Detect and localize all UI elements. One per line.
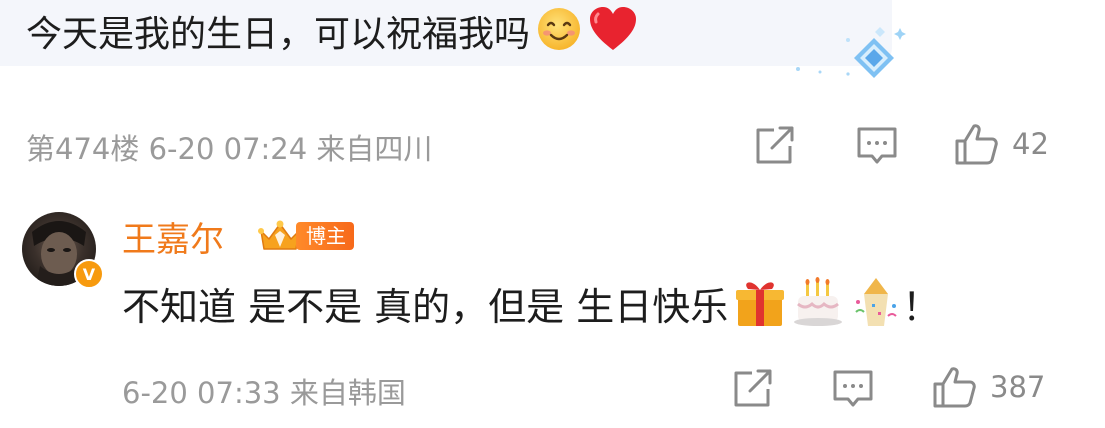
username[interactable]: 王嘉尔 <box>122 212 224 261</box>
parent-comment-text-row: 今天是我的生日，可以祝福我吗 <box>26 6 638 66</box>
comment-icon <box>857 127 897 164</box>
gift-emoji <box>734 276 786 343</box>
share-button[interactable] <box>754 126 796 166</box>
floor-number: 第474楼 <box>26 132 140 166</box>
parent-meta-row: 第474楼 6-20 07:24 来自四川 <box>26 126 432 168</box>
reply-time: 07:33 <box>197 376 281 410</box>
reply-text: 不知道 是不是 真的，但是 生日快乐 <box>122 285 729 329</box>
cake-emoji <box>792 276 844 343</box>
reply-like-count: 387 <box>990 370 1046 404</box>
reply-meta-row: 6-20 07:33 来自韩国 <box>122 370 406 412</box>
thumbs-up-icon <box>955 124 998 165</box>
reply-date: 6-20 <box>122 376 188 410</box>
reply-share-button[interactable] <box>732 369 774 409</box>
like-button[interactable]: 42 <box>954 122 1049 166</box>
reply-comment-button[interactable] <box>832 369 874 409</box>
parent-comment-bubble: 今天是我的生日，可以祝福我吗 <box>0 0 892 66</box>
blogger-badge: 博主 <box>258 219 354 253</box>
comment-date: 6-20 <box>148 132 215 166</box>
verified-badge: V <box>74 259 104 289</box>
reply-like-button[interactable]: 387 <box>932 365 1045 409</box>
reply-text-row: 不知道 是不是 真的，但是 生日快乐 ！ <box>122 276 940 343</box>
share-icon <box>756 126 794 164</box>
reply-location: 来自韩国 <box>289 376 406 410</box>
comment-location: 来自四川 <box>316 132 433 166</box>
comment-time: 07:24 <box>223 132 308 166</box>
reply-text-suffix: ！ <box>902 285 941 329</box>
comment-button[interactable] <box>856 126 898 166</box>
comment-icon <box>833 370 873 407</box>
red-heart-emoji <box>588 6 638 66</box>
thumbs-up-icon <box>933 367 976 408</box>
share-icon <box>734 369 772 407</box>
blogger-tag: 博主 <box>296 222 354 250</box>
parent-comment-text: 今天是我的生日，可以祝福我吗 <box>26 14 531 55</box>
diamond-sparkle-decoration <box>790 22 910 82</box>
smiling-face-emoji <box>536 6 582 66</box>
like-count: 42 <box>1012 127 1049 161</box>
confetti-emoji <box>850 276 902 343</box>
